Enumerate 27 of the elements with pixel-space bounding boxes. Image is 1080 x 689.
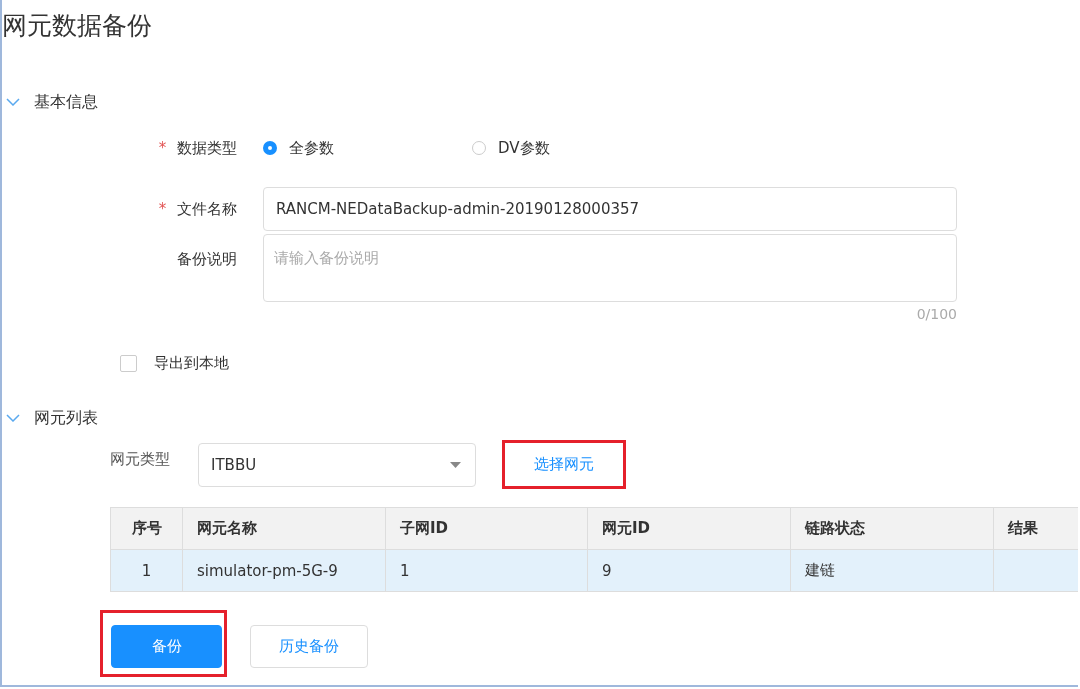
table-cell: 1 [141,561,152,580]
required-mark: * [158,199,167,218]
character-counter: 0/100 [916,306,957,322]
field-label: 备份说明 [177,250,237,268]
field-label: 文件名称 [177,199,237,218]
field-label: 网元类型 [110,449,171,469]
checkbox-label: 导出到本地 [154,354,229,373]
required-mark: * [158,138,167,157]
section-title: 网元列表 [34,407,98,429]
file-name-field[interactable]: RANCM-NEDataBackup-admin-20190128000357 [263,187,957,231]
dropdown-caret-icon [450,461,461,468]
description-field[interactable]: 请输入备份说明 [263,234,957,302]
page-title: 网元数据备份 [2,10,153,42]
radio-button[interactable] [263,141,277,155]
table-row[interactable]: 1 simulator-pm-5G-9 1 9 建链 [111,550,1078,592]
table-cell: simulator-pm-5G-9 [197,561,338,580]
radio-label: 全参数 [289,138,334,158]
chevron-icon[interactable] [6,98,20,106]
chevron-icon[interactable] [6,414,20,422]
radio-label: DV参数 [498,138,550,158]
section-title: 基本信息 [34,91,98,113]
field-label: 数据类型 [177,138,237,157]
table-cell: 1 [400,561,410,580]
ne-type-dropdown[interactable]: ITBBU [198,442,476,487]
checkbox[interactable] [120,355,137,372]
table-cell: 9 [602,561,612,580]
table-cell: 建链 [805,561,835,580]
